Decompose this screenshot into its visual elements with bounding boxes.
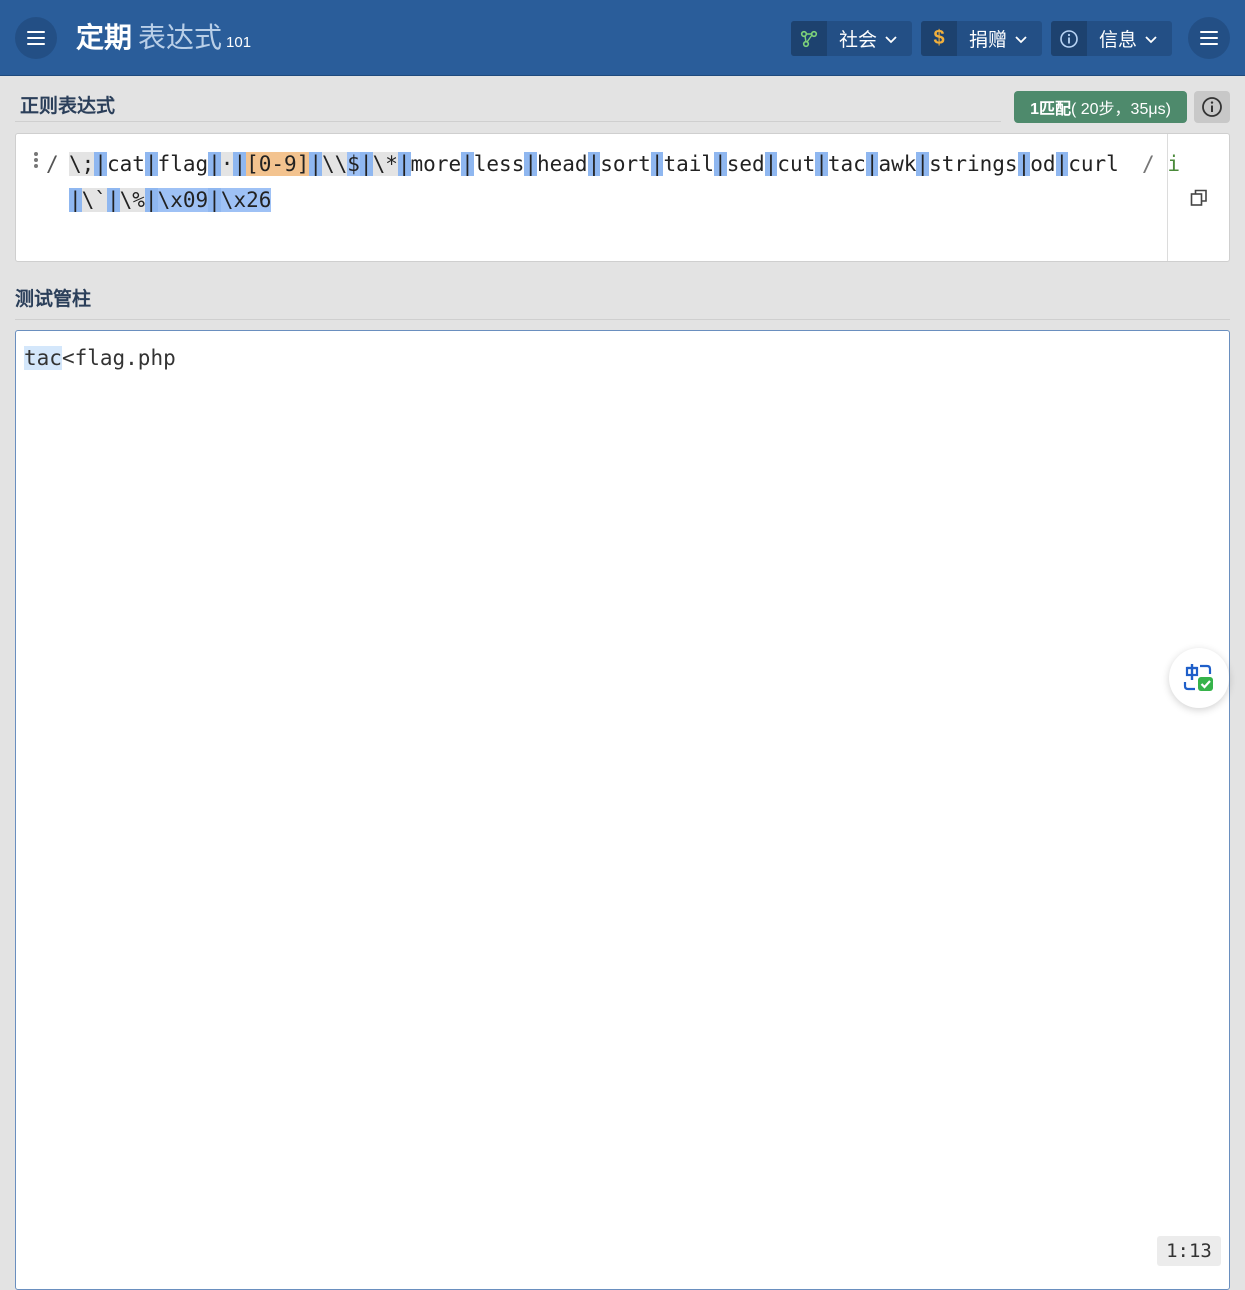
translate-icon [1183,664,1213,691]
regex-alternation-token: | [208,152,221,176]
share-graph-icon [791,21,827,56]
cursor-position: 1:13 [1157,1236,1221,1266]
regex-alternation-token: | [865,152,879,176]
kebab-menu-icon[interactable] [34,152,40,170]
regex-alternation-token: | [309,152,322,176]
regex-token: \x26 [220,188,272,212]
info-menu-dropdown[interactable]: 信息 [1051,21,1172,56]
regex-token: head [537,152,588,176]
regex-alternation-token: | [233,152,247,176]
regex-delimiter-open: / [46,152,59,176]
divider [15,121,1001,122]
social-menu-dropdown[interactable]: 社会 [791,21,912,56]
regex-token: strings [929,152,1018,176]
test-section-title: 测试管柱 [15,289,92,310]
regex-section-title: 正则表达式 [20,96,116,117]
regex-token: $ [347,152,360,176]
donate-menu-label: 捐赠 [969,30,1008,51]
regex-token: cut [777,152,816,176]
dollar-icon: $ [921,21,957,56]
social-menu-label: 社会 [839,30,878,51]
regex-alternation-token: | [815,152,828,176]
regex-alternation-token: | [94,152,107,176]
regex-alternation-token: | [1017,152,1031,176]
regex-delimiter-close: / [1142,152,1155,176]
regex-editor[interactable]: / \;|cat|flag|·|[0-9]|\\$|\*|more|less|h… [15,133,1230,262]
regex-token: sed [726,152,765,176]
regex-token: \; [69,152,95,176]
regex-alternation-token: | [461,152,474,176]
regex-token: more [410,152,462,176]
regex-token: curl [1068,152,1119,176]
regex-token: awk [878,152,917,176]
regex-token: \` [81,188,107,212]
regex-token: \\ [321,152,348,176]
donate-menu-dropdown[interactable]: $ 捐赠 [921,21,1042,56]
regex-info-button[interactable] [1194,91,1230,123]
regex-token: cat [106,152,145,176]
app-header: 定期 表达式 101 社会 $ 捐赠 信息 [0,0,1245,76]
regex-alternation-token: | [359,152,373,176]
translate-button[interactable] [1169,648,1229,708]
regex-alternation-token: | [1055,152,1069,176]
test-string-rest: <flag.php [61,346,176,370]
info-menu-label: 信息 [1099,30,1138,51]
regex-token: od [1030,152,1056,176]
hamburger-icon [1200,31,1218,45]
settings-menu-button[interactable] [1188,17,1230,59]
regex-alternation-token: | [714,152,727,176]
regex-alternation-token: | [397,152,411,176]
hamburger-icon [27,31,45,45]
regex-alternation-token: | [144,152,158,176]
regex-alternation-token: | [916,152,930,176]
app-logo[interactable]: 定期 表达式 101 [76,16,251,56]
regex-alternation-token: | [524,152,537,176]
regex-token: \* [372,152,398,176]
copy-regex-button[interactable] [1167,134,1229,261]
regex-alternation-token: | [764,152,778,176]
test-string-text[interactable]: tac<flag.php [24,341,176,375]
chevron-down-icon [1015,28,1027,50]
regex-token: \% [119,188,145,212]
regex-token: · [220,152,234,176]
regex-alternation-token: | [106,188,120,212]
regex-token: [0-9] [246,152,310,176]
chevron-down-icon [885,28,897,50]
regex-alternation-token: | [208,188,221,212]
divider [15,319,1230,320]
test-string-editor[interactable]: tac<flag.php [15,330,1230,1290]
regex-input[interactable]: \;|cat|flag|·|[0-9]|\\$|\*|more|less|hea… [69,146,1119,218]
info-icon [1051,21,1087,56]
regex-alternation-token: | [587,152,601,176]
match-info-badge[interactable]: 1匹配( 20步，35μs) [1014,91,1187,123]
regex-token: less [473,152,525,176]
copy-icon [1190,189,1207,206]
regex-alternation-token: | [650,152,664,176]
regex-alternation-token: | [144,188,158,212]
main-menu-button[interactable] [15,17,57,59]
regex-token: flag [157,152,209,176]
match-detail: ( 20步，35μs) [1070,101,1171,118]
chevron-down-icon [1145,28,1157,50]
regex-token: \x09 [157,188,209,212]
regex-token: tail [663,152,715,176]
regex-alternation-token: | [69,188,82,212]
regex-token: tac [827,152,866,176]
match-highlight: tac [24,346,62,370]
match-count: 1匹配 [1030,101,1071,118]
info-icon [1202,97,1222,117]
regex-token: sort [600,152,651,176]
